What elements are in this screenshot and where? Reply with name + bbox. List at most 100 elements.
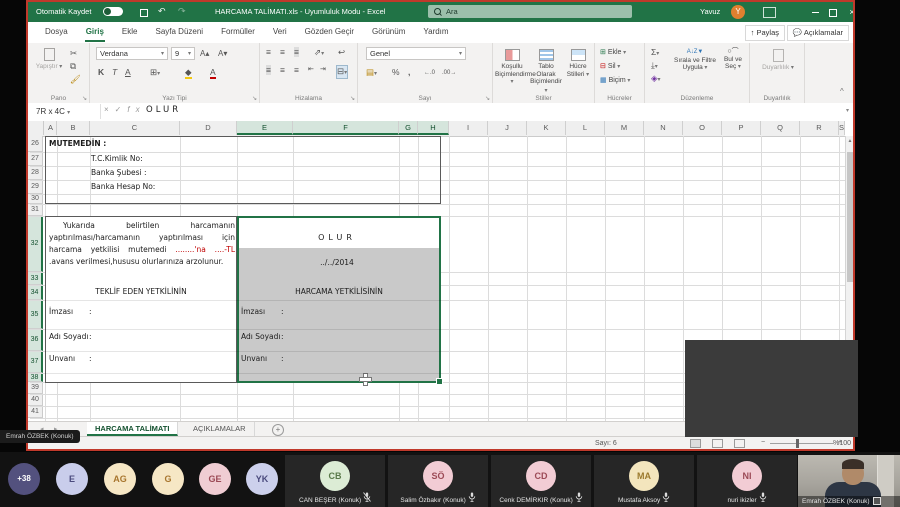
clear-icon[interactable]: ◈▾	[651, 73, 661, 85]
column-header-L[interactable]: L	[566, 121, 605, 135]
overflow-count-avatar[interactable]: +38	[8, 463, 40, 495]
avatar-GE[interactable]: GE	[199, 463, 231, 495]
cut-icon[interactable]: ✂	[70, 48, 77, 58]
minimize-button[interactable]	[807, 6, 823, 18]
scroll-up-icon[interactable]: ▲	[846, 138, 854, 144]
column-header-H[interactable]: H	[418, 121, 449, 135]
menu-tab-gözden-geçir[interactable]: Gözden Geçir	[296, 22, 363, 43]
column-header-P[interactable]: P	[722, 121, 761, 135]
cell-styles-button[interactable]: HücreStilleri ▾	[563, 49, 593, 79]
participant-tile-NI[interactable]: NInuri ikizler	[697, 455, 797, 507]
column-header-C[interactable]: C	[90, 121, 180, 135]
participant-tile-MA[interactable]: MAMustafa Aksoy	[594, 455, 694, 507]
zoom-out-icon[interactable]: −	[761, 439, 765, 446]
menu-tab-giriş[interactable]: Giriş	[77, 22, 113, 43]
menu-tab-veri[interactable]: Veri	[264, 22, 296, 43]
align-middle-icon[interactable]: ≡	[280, 47, 285, 57]
row-header-34[interactable]: 34	[28, 285, 43, 300]
row-header-27[interactable]: 27	[28, 152, 43, 166]
row-header-32[interactable]: 32	[28, 216, 43, 272]
underline-button[interactable]: A	[125, 67, 131, 77]
row-header-31[interactable]: 31	[28, 204, 43, 216]
user-avatar[interactable]: Y	[731, 5, 745, 19]
selection-fill-handle[interactable]	[436, 378, 443, 385]
select-all-corner[interactable]	[28, 121, 44, 135]
sheet-tab-harcama-talimati[interactable]: HARCAMA TALİMATI	[87, 422, 178, 436]
column-header-O[interactable]: O	[683, 121, 722, 135]
column-header-K[interactable]: K	[527, 121, 566, 135]
increase-indent-icon[interactable]: ⇥	[320, 65, 326, 75]
sort-filter-button[interactable]: A↓Z▼ Sırala ve FiltreUygula ▾	[671, 48, 719, 73]
column-header-F[interactable]: F	[293, 121, 399, 135]
font-dialog-launcher-icon[interactable]: ↘	[252, 95, 257, 102]
column-header-E[interactable]: E	[237, 121, 293, 135]
column-header-R[interactable]: R	[800, 121, 839, 135]
delete-cells-button[interactable]: ⊟ Sil ▾	[600, 62, 620, 70]
floating-video-panel[interactable]	[685, 340, 858, 437]
sensitivity-button[interactable]: Duyarlılık ▾	[758, 49, 798, 73]
normal-view-icon[interactable]	[690, 439, 701, 448]
row-header-36[interactable]: 36	[28, 329, 43, 351]
align-top-icon[interactable]: ≡	[266, 47, 271, 57]
avatar-G[interactable]: G	[152, 463, 184, 495]
avatar-E[interactable]: E	[56, 463, 88, 495]
restore-button[interactable]	[825, 6, 841, 18]
align-right-icon[interactable]: ≡	[294, 65, 299, 75]
column-header-G[interactable]: G	[399, 121, 418, 135]
save-icon[interactable]	[140, 6, 148, 20]
row-header-38[interactable]: 38	[28, 373, 43, 382]
percent-icon[interactable]: %	[392, 67, 400, 77]
row-header-41[interactable]: 41	[28, 406, 43, 418]
wrap-text-icon[interactable]: ↩	[338, 47, 345, 57]
zoom-slider[interactable]	[770, 443, 834, 444]
row-header-39[interactable]: 39	[28, 382, 43, 394]
column-header-A[interactable]: A	[45, 121, 57, 135]
font-color-icon[interactable]: A	[210, 67, 216, 79]
conditional-formatting-button[interactable]: KoşulluBiçimlendirme ▾	[495, 49, 529, 87]
column-header-J[interactable]: J	[488, 121, 527, 135]
orientation-icon[interactable]: ⇗▾	[314, 47, 324, 59]
formula-buttons[interactable]: ×✓fx	[104, 105, 146, 114]
menu-tab-sayfa-düzeni[interactable]: Sayfa Düzeni	[146, 22, 212, 43]
row-header-33[interactable]: 33	[28, 272, 43, 285]
font-size-select[interactable]: 9▾	[171, 47, 195, 60]
participant-tile-CD[interactable]: CDCenk DEMİRKIR (Konuk)	[491, 455, 591, 507]
bold-button[interactable]: K	[98, 67, 104, 77]
participant-tile-SÖ[interactable]: SÖSalim Özbakır (Konuk)	[388, 455, 488, 507]
name-box[interactable]: 7R x 4C ▾	[30, 104, 101, 119]
decrease-indent-icon[interactable]: ⇤	[308, 65, 314, 75]
autosave-toggle[interactable]	[103, 7, 123, 16]
comments-button[interactable]: 💬 Açıklamalar	[787, 25, 849, 41]
video-tile[interactable]: Emrah ÖZBEK (Konuk)	[798, 455, 900, 507]
share-button[interactable]: ↑ Paylaş	[745, 25, 785, 41]
zoom-slider-thumb[interactable]	[796, 439, 799, 448]
format-painter-icon[interactable]: 🖌	[70, 74, 81, 84]
ribbon-display-options-icon[interactable]	[763, 7, 776, 18]
column-header-M[interactable]: M	[605, 121, 644, 135]
menu-tab-görünüm[interactable]: Görünüm	[363, 22, 414, 43]
close-button[interactable]: ×	[844, 6, 855, 18]
menu-tab-formüller[interactable]: Formüller	[212, 22, 264, 43]
font-name-select[interactable]: Verdana▾	[96, 47, 168, 60]
align-bottom-icon[interactable]: ≡	[294, 47, 299, 57]
page-layout-view-icon[interactable]	[712, 439, 723, 448]
row-header-28[interactable]: 28	[28, 166, 43, 180]
clipboard-dialog-launcher-icon[interactable]: ↘	[82, 95, 87, 102]
merge-center-icon[interactable]: ⊟▾	[336, 65, 348, 79]
search-box[interactable]: Ara	[428, 5, 632, 18]
decrease-decimal-icon[interactable]: .00→	[442, 68, 456, 78]
column-header-B[interactable]: B	[57, 121, 90, 135]
insert-cells-button[interactable]: ⊞ Ekle ▾	[600, 48, 626, 56]
grow-font-icon[interactable]: A▴	[200, 49, 209, 59]
copy-icon[interactable]: ⧉	[70, 61, 76, 71]
column-header-N[interactable]: N	[644, 121, 683, 135]
number-dialog-launcher-icon[interactable]: ↘	[485, 95, 490, 102]
row-header-26[interactable]: 26	[28, 136, 43, 152]
borders-icon[interactable]: ⊞▾	[150, 67, 160, 79]
column-header-D[interactable]: D	[180, 121, 237, 135]
number-format-select[interactable]: Genel▾	[366, 47, 466, 60]
shrink-font-icon[interactable]: A▾	[218, 49, 227, 59]
avatar-AG[interactable]: AG	[104, 463, 136, 495]
column-header-I[interactable]: I	[449, 121, 488, 135]
collapse-ribbon-icon[interactable]: ^	[840, 87, 844, 96]
